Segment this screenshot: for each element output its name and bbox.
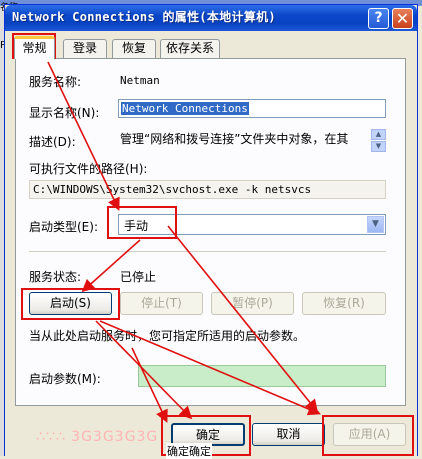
- description-field[interactable]: 管理“网络和拨号连接”文件夹中对象，在其: [118, 128, 386, 154]
- scroll-down-icon[interactable]: ▼: [371, 141, 386, 152]
- dialog-title: Network Connections 的属性(本地计算机): [12, 10, 276, 24]
- path-label: 可执行文件的路径(H):: [29, 162, 148, 176]
- watermark: ∴∵∴ 3G3G3G3G: [36, 429, 159, 445]
- description-label: 描述(D):: [29, 135, 76, 149]
- scroll-up-icon[interactable]: ▲: [371, 129, 386, 140]
- description-value: 管理“网络和拨号连接”文件夹中对象，在其: [120, 132, 349, 146]
- close-button[interactable]: ✕: [392, 8, 413, 29]
- service-name-value: Netman: [120, 74, 160, 87]
- tab-general[interactable]: 常规: [14, 36, 55, 59]
- startup-type-select[interactable]: 手动 ▼: [118, 214, 386, 235]
- tab-recovery[interactable]: 恢复: [112, 39, 156, 58]
- help-button[interactable]: ?: [368, 8, 389, 29]
- overlay-label: 确定确定: [166, 443, 212, 459]
- chevron-down-icon[interactable]: ▼: [367, 216, 384, 233]
- cancel-button[interactable]: 取消: [252, 423, 325, 446]
- start-button[interactable]: 启动(S): [29, 292, 112, 315]
- start-params-hint: 当从此处启动服务时，您可指定所适用的启动参数。: [29, 329, 306, 343]
- start-params-label: 启动参数(M):: [29, 372, 101, 386]
- startup-type-value: 手动: [124, 219, 149, 233]
- tab-dependencies[interactable]: 依存关系: [160, 39, 220, 58]
- path-value: C:\WINDOWS\System32\svchost.exe -k netsv…: [33, 183, 312, 196]
- apply-button[interactable]: 应用(A): [333, 423, 406, 446]
- startup-type-label: 启动类型(E):: [29, 220, 98, 234]
- resume-button[interactable]: 恢复(R): [302, 292, 386, 315]
- separator: [29, 251, 386, 252]
- display-name-value: Network Connections: [121, 102, 249, 115]
- service-status-label: 服务状态:: [29, 270, 82, 284]
- stop-button[interactable]: 停止(T): [120, 292, 203, 315]
- display-name-input[interactable]: Network Connections: [118, 99, 386, 118]
- service-status-value: 已停止: [120, 270, 157, 284]
- pause-button[interactable]: 暂停(P): [211, 292, 294, 315]
- tab-logon[interactable]: 登录: [63, 39, 107, 58]
- display-name-label: 显示名称(N):: [29, 106, 100, 120]
- path-field: C:\WINDOWS\System32\svchost.exe -k netsv…: [29, 180, 386, 199]
- start-params-input[interactable]: [138, 365, 386, 387]
- service-name-label: 服务名称:: [29, 75, 82, 89]
